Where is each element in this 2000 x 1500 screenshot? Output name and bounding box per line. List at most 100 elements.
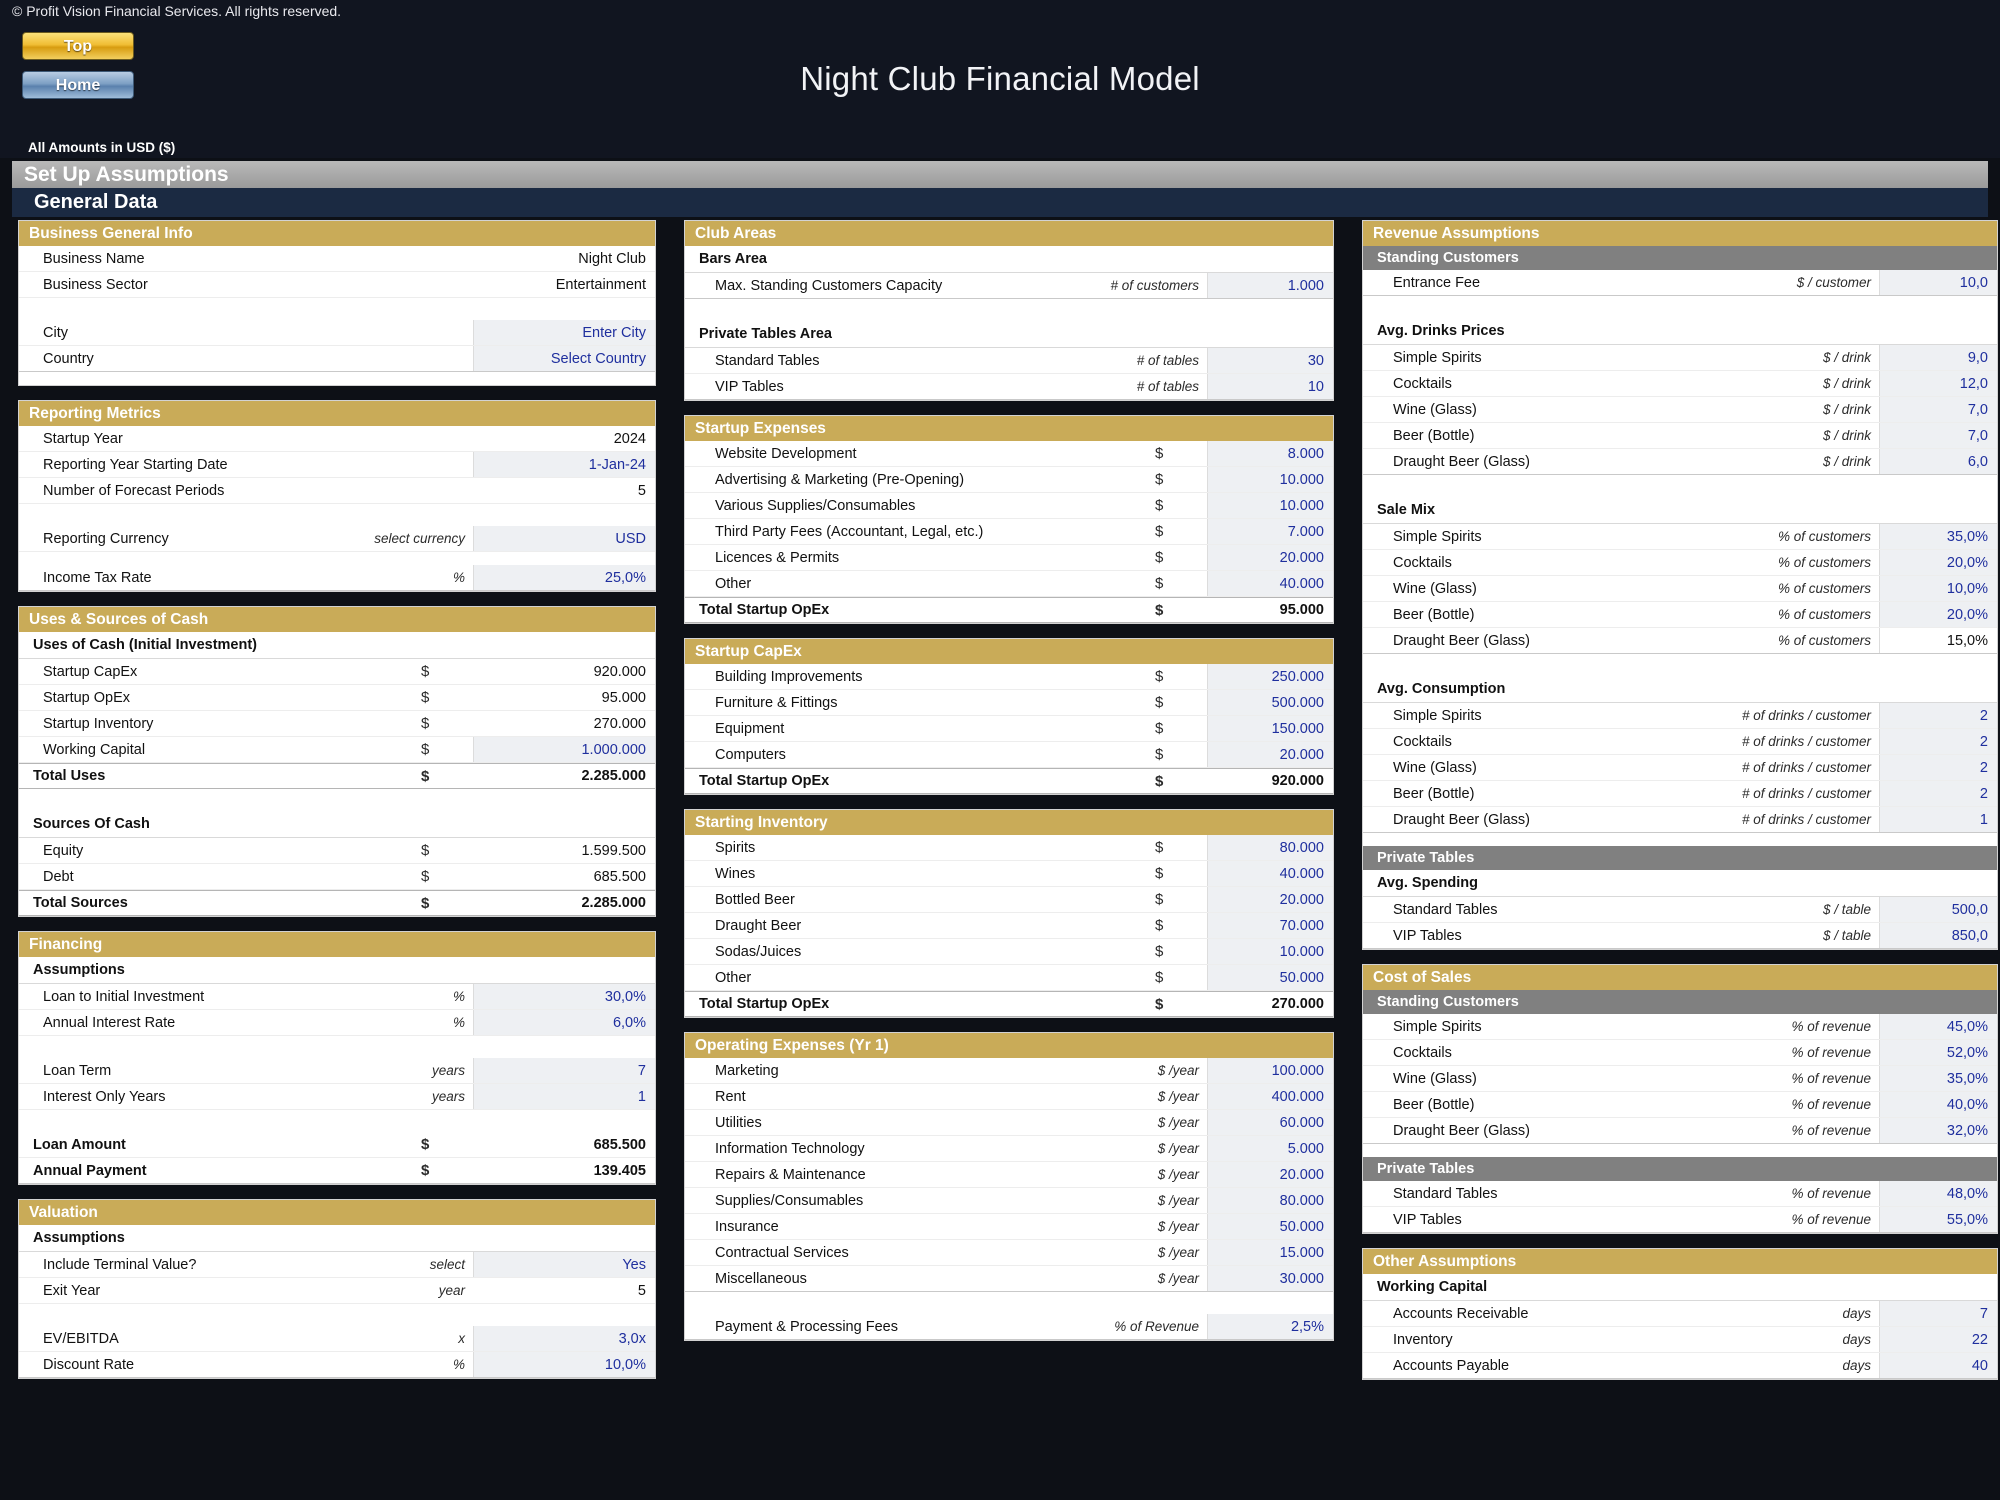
table-row: Sodas/Juices $ 10.000 [685, 939, 1333, 965]
max-standing-capacity-input[interactable]: 1.000 [1207, 273, 1333, 298]
table-row: Discount Rate % 10,0% [19, 1352, 655, 1378]
discount-rate-input[interactable]: 10,0% [473, 1352, 655, 1377]
ev-ebitda-input[interactable]: 3,0x [473, 1326, 655, 1351]
consumption-input[interactable]: 2 [1879, 703, 1997, 728]
avg-spending-input[interactable]: 850,0 [1879, 923, 1997, 948]
inventory-input[interactable]: 50.000 [1207, 965, 1333, 990]
row-unit: # of tables [1047, 348, 1207, 373]
subheader-standing-customers: Standing Customers [1363, 246, 1997, 270]
startup-expense-input[interactable]: 8.000 [1207, 441, 1333, 466]
inventory-input[interactable]: 40.000 [1207, 861, 1333, 886]
opex-input[interactable]: 400.000 [1207, 1084, 1333, 1109]
row-unit: year [353, 1278, 473, 1303]
cos-input[interactable]: 45,0% [1879, 1014, 1997, 1039]
subsection-bars-area: Bars Area [685, 246, 1333, 273]
row-label: Various Supplies/Consumables [685, 493, 1147, 518]
row-label: Advertising & Marketing (Pre-Opening) [685, 467, 1147, 492]
row-label: Contractual Services [685, 1240, 1047, 1265]
sale-mix-input[interactable]: 20,0% [1879, 550, 1997, 575]
cos-table-input[interactable]: 55,0% [1879, 1207, 1997, 1232]
reporting-currency-select[interactable]: USD [473, 526, 655, 551]
inventory-input[interactable]: 70.000 [1207, 913, 1333, 938]
drink-price-input[interactable]: 9,0 [1879, 345, 1997, 370]
row-currency: $ [1147, 664, 1207, 689]
row-label: Reporting Year Starting Date [19, 452, 353, 477]
opex-input[interactable]: 5.000 [1207, 1136, 1333, 1161]
opex-input[interactable]: 20.000 [1207, 1162, 1333, 1187]
row-label: Inventory [1363, 1327, 1699, 1352]
row-label: Draught Beer (Glass) [1363, 1118, 1699, 1143]
inventory-input[interactable]: 80.000 [1207, 835, 1333, 860]
loan-to-investment-input[interactable]: 30,0% [473, 984, 655, 1009]
opex-input[interactable]: 60.000 [1207, 1110, 1333, 1135]
inventory-days-input[interactable]: 22 [1879, 1327, 1997, 1352]
opex-input[interactable]: 15.000 [1207, 1240, 1333, 1265]
loan-term-input[interactable]: 7 [473, 1058, 655, 1083]
card-header: Reporting Metrics [19, 401, 655, 426]
cos-input[interactable]: 40,0% [1879, 1092, 1997, 1117]
include-terminal-value-select[interactable]: Yes [473, 1252, 655, 1277]
startup-expense-input[interactable]: 10.000 [1207, 467, 1333, 492]
reporting-start-date-input[interactable]: 1-Jan-24 [473, 452, 655, 477]
capex-input[interactable]: 500.000 [1207, 690, 1333, 715]
total-row-uses: Total Uses $ 2.285.000 [19, 763, 655, 789]
sale-mix-input[interactable]: 10,0% [1879, 576, 1997, 601]
accounts-payable-input[interactable]: 40 [1879, 1353, 1997, 1378]
capex-input[interactable]: 20.000 [1207, 742, 1333, 767]
table-row: Licences & Permits $ 20.000 [685, 545, 1333, 571]
capex-input[interactable]: 150.000 [1207, 716, 1333, 741]
income-tax-rate-input[interactable]: 25,0% [473, 565, 655, 590]
country-select[interactable]: Select Country [473, 346, 655, 371]
row-unit [353, 478, 473, 503]
opex-input[interactable]: 100.000 [1207, 1058, 1333, 1083]
row-label: Draught Beer (Glass) [1363, 807, 1699, 832]
standard-tables-count-input[interactable]: 30 [1207, 348, 1333, 373]
opex-input[interactable]: 30.000 [1207, 1266, 1333, 1291]
inventory-input[interactable]: 20.000 [1207, 887, 1333, 912]
card-uses-sources-of-cash: Uses & Sources of Cash Uses of Cash (Ini… [18, 606, 656, 917]
city-input[interactable]: Enter City [473, 320, 655, 345]
payment-processing-fees-input[interactable]: 2,5% [1207, 1314, 1333, 1339]
drink-price-input[interactable]: 12,0 [1879, 371, 1997, 396]
cos-table-input[interactable]: 48,0% [1879, 1181, 1997, 1206]
entrance-fee-input[interactable]: 10,0 [1879, 270, 1997, 295]
row-label: Business Name [19, 246, 413, 271]
inventory-input[interactable]: 10.000 [1207, 939, 1333, 964]
startup-expense-input[interactable]: 40.000 [1207, 571, 1333, 596]
sale-mix-input[interactable]: 20,0% [1879, 602, 1997, 627]
consumption-input[interactable]: 1 [1879, 807, 1997, 832]
interest-only-years-input[interactable]: 1 [473, 1084, 655, 1109]
row-label: Total Startup OpEx [685, 992, 1147, 1016]
cos-input[interactable]: 32,0% [1879, 1118, 1997, 1143]
card-startup-expenses: Startup Expenses Website Development $ 8… [684, 415, 1334, 624]
table-row: Reporting Year Starting Date 1-Jan-24 [19, 452, 655, 478]
sale-mix-input[interactable]: 35,0% [1879, 524, 1997, 549]
drink-price-input[interactable]: 6,0 [1879, 449, 1997, 474]
table-row: Beer (Bottle) % of customers 20,0% [1363, 602, 1997, 628]
consumption-input[interactable]: 2 [1879, 781, 1997, 806]
card-header: Startup Expenses [685, 416, 1333, 441]
annual-interest-rate-input[interactable]: 6,0% [473, 1010, 655, 1035]
avg-spending-input[interactable]: 500,0 [1879, 897, 1997, 922]
table-row: Bottled Beer $ 20.000 [685, 887, 1333, 913]
capex-input[interactable]: 250.000 [1207, 664, 1333, 689]
opex-input[interactable]: 50.000 [1207, 1214, 1333, 1239]
opex-input[interactable]: 80.000 [1207, 1188, 1333, 1213]
accounts-receivable-input[interactable]: 7 [1879, 1301, 1997, 1326]
card-operating-expenses: Operating Expenses (Yr 1) Marketing $ /y… [684, 1032, 1334, 1341]
row-label: EV/EBITDA [19, 1326, 353, 1351]
startup-expense-input[interactable]: 7.000 [1207, 519, 1333, 544]
cos-input[interactable]: 35,0% [1879, 1066, 1997, 1091]
working-capital-input[interactable]: 1.000.000 [473, 737, 655, 762]
drink-price-input[interactable]: 7,0 [1879, 423, 1997, 448]
table-row: Standard Tables % of revenue 48,0% [1363, 1181, 1997, 1207]
consumption-input[interactable]: 2 [1879, 755, 1997, 780]
vip-tables-count-input[interactable]: 10 [1207, 374, 1333, 399]
consumption-input[interactable]: 2 [1879, 729, 1997, 754]
cos-input[interactable]: 52,0% [1879, 1040, 1997, 1065]
startup-expense-input[interactable]: 10.000 [1207, 493, 1333, 518]
top-nav-button[interactable]: Top [22, 32, 134, 60]
drink-price-input[interactable]: 7,0 [1879, 397, 1997, 422]
card-header: Uses & Sources of Cash [19, 607, 655, 632]
startup-expense-input[interactable]: 20.000 [1207, 545, 1333, 570]
